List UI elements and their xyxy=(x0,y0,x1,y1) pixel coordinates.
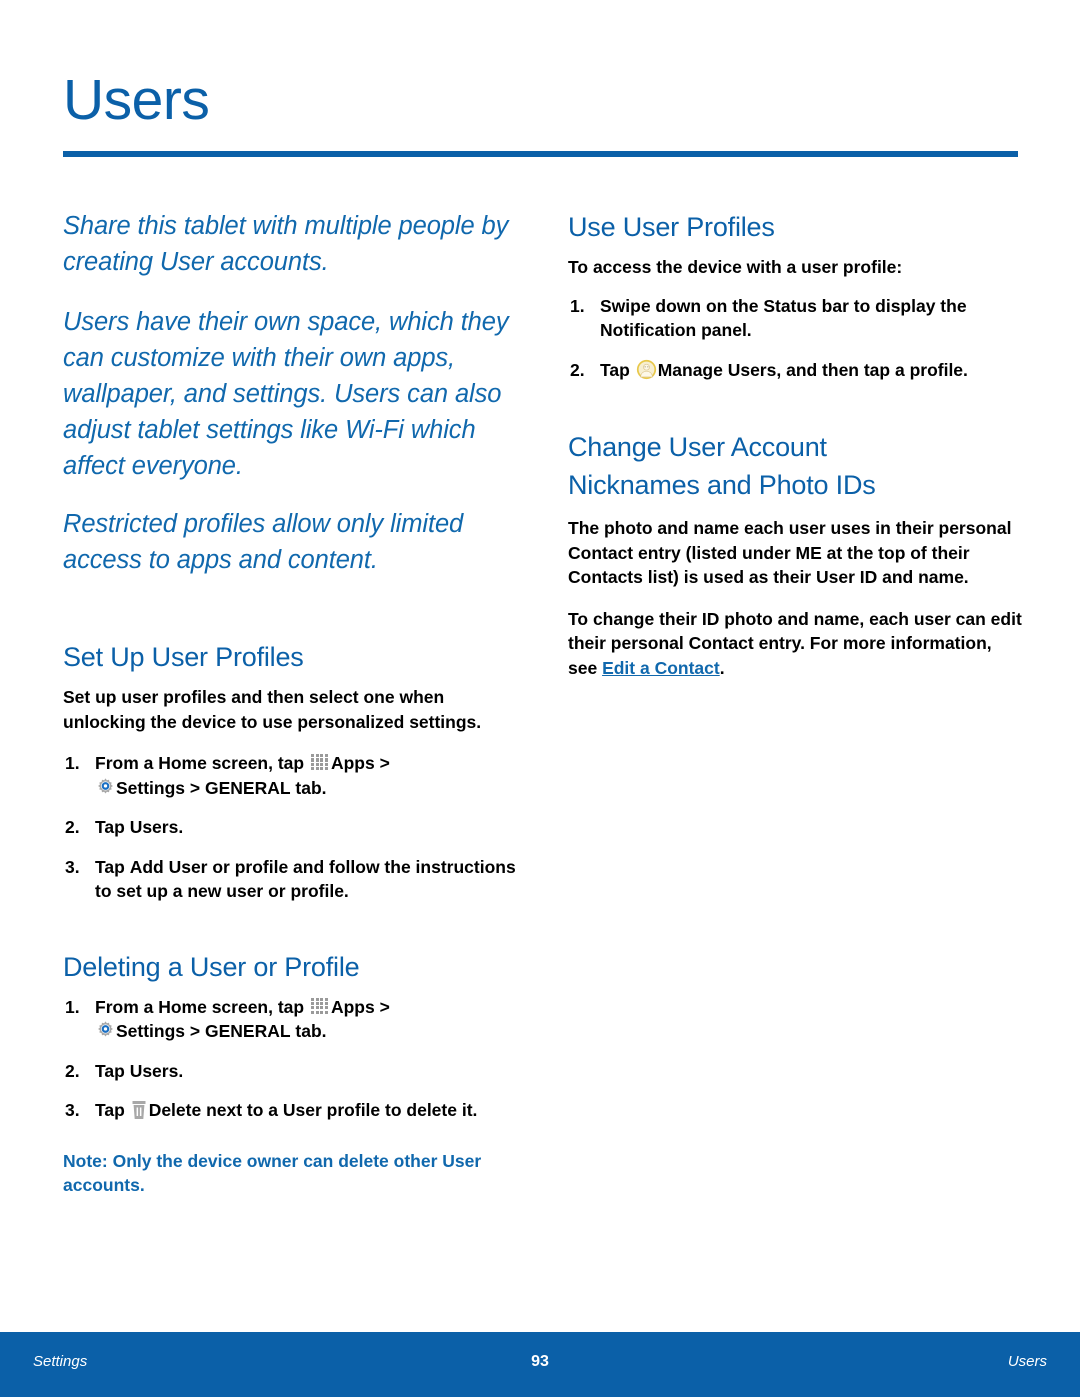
note-text: : Only the device owner can delete other… xyxy=(63,1150,482,1196)
step-number: 1. xyxy=(65,996,80,1017)
heading-line-1: Change User Account xyxy=(568,432,827,462)
users-label: Users xyxy=(129,817,179,837)
apps-label: Apps xyxy=(330,996,375,1017)
list-item: 1. From a Home screen, tap Apps > Setting… xyxy=(63,995,518,1044)
set-up-intro-text: Set up user profiles and then select one… xyxy=(63,687,482,732)
settings-gear-icon xyxy=(95,1020,116,1041)
deleting-steps-list: 1. From a Home screen, tap Apps > Setting… xyxy=(63,995,518,1123)
left-column: Share this tablet with multiple people b… xyxy=(63,208,518,1198)
list-item: 3. Tap Add User or profile and follow the… xyxy=(63,855,518,904)
page-footer: Settings 93 Users xyxy=(0,1332,1080,1397)
heading-line-2: Nicknames and Photo IDs xyxy=(568,470,876,500)
step-text: Tap xyxy=(600,359,635,380)
step-separator-1: > xyxy=(374,753,390,773)
step-separator-2: > xyxy=(185,1021,205,1041)
step-tail: , and then tap a profile. xyxy=(776,359,968,380)
apps-label: Apps xyxy=(330,753,375,773)
title-divider xyxy=(63,151,1018,157)
step-tail: . xyxy=(178,817,184,837)
heading-set-up-user-profiles: Set Up User Profiles xyxy=(63,642,304,672)
set-up-steps-list: 1. From a Home screen, tap Apps > Setting… xyxy=(63,751,518,904)
step-number: 3. xyxy=(65,1100,80,1120)
step-number: 1. xyxy=(570,295,585,316)
step-number: 2. xyxy=(65,1060,80,1081)
step-number: 2. xyxy=(65,817,80,837)
general-tab-label: GENERAL xyxy=(205,777,291,798)
list-item: 2. Tap Users. xyxy=(63,815,518,840)
settings-label: Settings xyxy=(116,777,186,798)
settings-gear-icon xyxy=(95,777,116,798)
note-block: Note: Only the device owner can delete o… xyxy=(63,1149,518,1198)
use-profiles-intro-text: To access the device with a user profile… xyxy=(568,257,903,277)
list-item: 1. Swipe down on the Status bar to displa… xyxy=(568,294,1023,343)
footer-topic-label: Users xyxy=(1007,1353,1047,1370)
right-column: Use User Profiles To access the device w… xyxy=(568,208,1023,697)
step-text: Swipe down on the Status bar to display … xyxy=(600,295,967,341)
step-text: Tap xyxy=(95,1060,130,1081)
use-profiles-steps-list: 1. Swipe down on the Status bar to displa… xyxy=(568,294,1023,383)
step-text: From a Home screen, tap xyxy=(95,753,309,773)
apps-grid-icon xyxy=(310,997,330,1015)
paragraph-tail: . xyxy=(719,657,725,678)
step-tail: next to a User profile to delete it. xyxy=(201,1100,478,1120)
step-text: Tap xyxy=(95,1100,130,1120)
step-number: 2. xyxy=(570,359,585,380)
footer-page-number: 93 xyxy=(531,1353,549,1370)
heading-change-user-account-nicknames: Change User Account Nicknames and Photo I… xyxy=(568,428,1023,504)
step-tail: tab. xyxy=(290,777,327,798)
step-separator-2: > xyxy=(185,777,205,798)
list-item: 2. Tap Users. xyxy=(63,1059,518,1084)
general-tab-label: GENERAL xyxy=(205,1021,291,1041)
heading-use-user-profiles: Use User Profiles xyxy=(568,212,775,242)
list-item: 2. Tap Manage Users, and then tap a profi… xyxy=(568,358,1023,383)
list-item: 3. Tap Delete next to a User profile to d… xyxy=(63,1098,518,1123)
intro-paragraph-2: Users have their own space, which they c… xyxy=(63,308,509,480)
step-separator-1: > xyxy=(374,996,390,1017)
list-item: 1. From a Home screen, tap Apps > Setting… xyxy=(63,751,518,800)
step-tail: tab. xyxy=(290,1021,327,1041)
step-text: From a Home screen, tap xyxy=(95,996,309,1017)
apps-grid-icon xyxy=(310,754,330,771)
step-number: 3. xyxy=(65,856,80,877)
intro-paragraph-1: Share this tablet with multiple people b… xyxy=(63,212,509,276)
settings-label: Settings xyxy=(116,1021,186,1041)
step-text: Tap xyxy=(95,817,130,837)
note-label: Note xyxy=(63,1150,102,1171)
step-tail: . xyxy=(178,1060,184,1081)
change-nicknames-paragraph-2: To change their ID photo and name, each … xyxy=(568,607,1023,681)
delete-trash-icon xyxy=(131,1100,147,1120)
step-number: 1. xyxy=(65,753,80,773)
change-nicknames-paragraph-1: The photo and name each user uses in the… xyxy=(568,518,1012,587)
users-label: Users xyxy=(129,1060,179,1081)
page-title: Users xyxy=(63,68,210,132)
edit-a-contact-link[interactable]: Edit a Contact xyxy=(602,658,720,678)
delete-label: Delete xyxy=(148,1100,202,1120)
heading-deleting-a-user-or-profile: Deleting a User or Profile xyxy=(63,951,360,982)
add-user-or-profile-label: Add User or profile xyxy=(129,856,289,877)
intro-paragraph-3: Restricted profiles allow only limited a… xyxy=(63,510,464,574)
step-text: Tap xyxy=(95,856,130,877)
manage-users-avatar-icon xyxy=(636,359,657,380)
manage-users-label: Manage Users xyxy=(657,359,777,380)
